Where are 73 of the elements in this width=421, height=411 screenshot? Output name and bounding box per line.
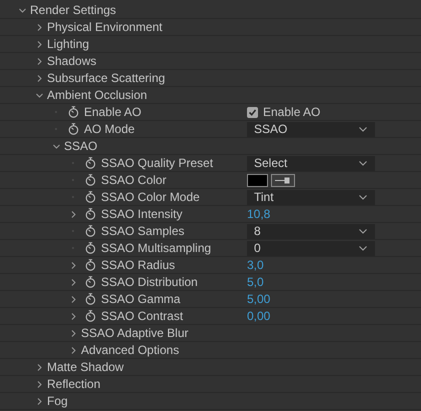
- number-value[interactable]: 5,00: [247, 292, 270, 306]
- group-label[interactable]: Matte Shadow: [47, 360, 124, 374]
- stopwatch-icon[interactable]: [85, 293, 96, 305]
- dropdown[interactable]: Tint: [247, 190, 375, 204]
- chevron-right-icon[interactable]: [36, 40, 42, 48]
- chevron-right-icon[interactable]: [70, 346, 76, 354]
- stopwatch-icon[interactable]: [85, 276, 96, 288]
- chevron-right-icon[interactable]: [70, 262, 76, 268]
- property-label: SSAO Color: [101, 173, 166, 187]
- chevron-right-icon[interactable]: [70, 330, 76, 336]
- dropdown[interactable]: 8: [247, 224, 375, 238]
- chevron-down-icon[interactable]: [52, 142, 60, 150]
- checkbox-label: Enable AO: [263, 105, 320, 119]
- property-label: SSAO Gamma: [101, 292, 180, 306]
- stopwatch-icon[interactable]: [85, 310, 96, 322]
- property-label: SSAO Quality Preset: [101, 156, 214, 170]
- property-label: SSAO Contrast: [101, 309, 184, 323]
- number-value[interactable]: 3,0: [247, 258, 264, 272]
- group-label[interactable]: Physical Environment: [47, 20, 162, 34]
- dropdown[interactable]: SSAO: [247, 122, 375, 136]
- stopwatch-icon[interactable]: [85, 259, 96, 271]
- chevron-right-icon[interactable]: [70, 210, 76, 218]
- stopwatch-icon[interactable]: [85, 191, 96, 203]
- property-label: SSAO Intensity: [101, 207, 182, 221]
- number-value[interactable]: 5,0: [247, 275, 264, 289]
- caret-icon: [359, 194, 367, 200]
- group-label[interactable]: Advanced Options: [81, 343, 180, 357]
- dropdown[interactable]: Select: [247, 156, 375, 170]
- caret-icon: [359, 228, 367, 234]
- chevron-down-icon[interactable]: [36, 92, 42, 98]
- stopwatch-icon[interactable]: [85, 208, 96, 220]
- stopwatch-icon[interactable]: [85, 174, 96, 186]
- group-label[interactable]: Subsurface Scattering: [47, 71, 166, 85]
- stopwatch-icon[interactable]: [68, 123, 79, 135]
- property-label: AO Mode: [84, 122, 135, 136]
- group-label[interactable]: Lighting: [47, 37, 90, 51]
- property-label: SSAO Samples: [101, 224, 184, 238]
- group-label[interactable]: Render Settings: [30, 3, 116, 17]
- property-label: Enable AO: [84, 105, 142, 119]
- property-label: SSAO Distribution: [101, 275, 198, 289]
- chevron-right-icon[interactable]: [70, 278, 76, 286]
- stopwatch-icon[interactable]: [85, 225, 96, 237]
- caret-icon: [359, 246, 367, 250]
- chevron-right-icon[interactable]: [36, 380, 42, 388]
- chevron-right-icon[interactable]: [36, 364, 42, 370]
- chevron-right-icon[interactable]: [36, 74, 42, 82]
- chevron-right-icon[interactable]: [70, 312, 76, 320]
- group-label[interactable]: Shadows: [47, 54, 96, 68]
- eyedropper-icon: [274, 176, 292, 184]
- group-label[interactable]: SSAO Adaptive Blur: [81, 326, 188, 340]
- group-label[interactable]: SSAO: [64, 139, 98, 153]
- number-value[interactable]: 0,00: [247, 309, 270, 323]
- group-label[interactable]: Ambient Occlusion: [47, 88, 148, 102]
- dropdown[interactable]: 0: [247, 240, 375, 256]
- eyedropper-button[interactable]: [271, 174, 295, 186]
- stopwatch-icon[interactable]: [85, 157, 96, 169]
- chevron-right-icon[interactable]: [70, 296, 76, 302]
- chevron-right-icon[interactable]: [36, 398, 42, 404]
- property-label: SSAO Color Mode: [101, 190, 200, 204]
- stopwatch-icon[interactable]: [68, 106, 79, 118]
- color-swatch[interactable]: [247, 174, 268, 186]
- property-label: SSAO Radius: [101, 258, 176, 272]
- number-value[interactable]: 10,8: [247, 207, 270, 221]
- group-label[interactable]: Fog: [47, 394, 68, 408]
- caret-icon: [359, 160, 367, 166]
- chevron-right-icon[interactable]: [36, 24, 42, 30]
- caret-icon: [359, 126, 367, 132]
- group-label[interactable]: Reflection: [47, 377, 100, 391]
- stopwatch-icon[interactable]: [85, 242, 96, 254]
- chevron-right-icon[interactable]: [36, 58, 42, 64]
- property-label: SSAO Multisampling: [101, 241, 212, 255]
- checkbox[interactable]: [247, 106, 258, 118]
- chevron-down-icon[interactable]: [18, 6, 26, 14]
